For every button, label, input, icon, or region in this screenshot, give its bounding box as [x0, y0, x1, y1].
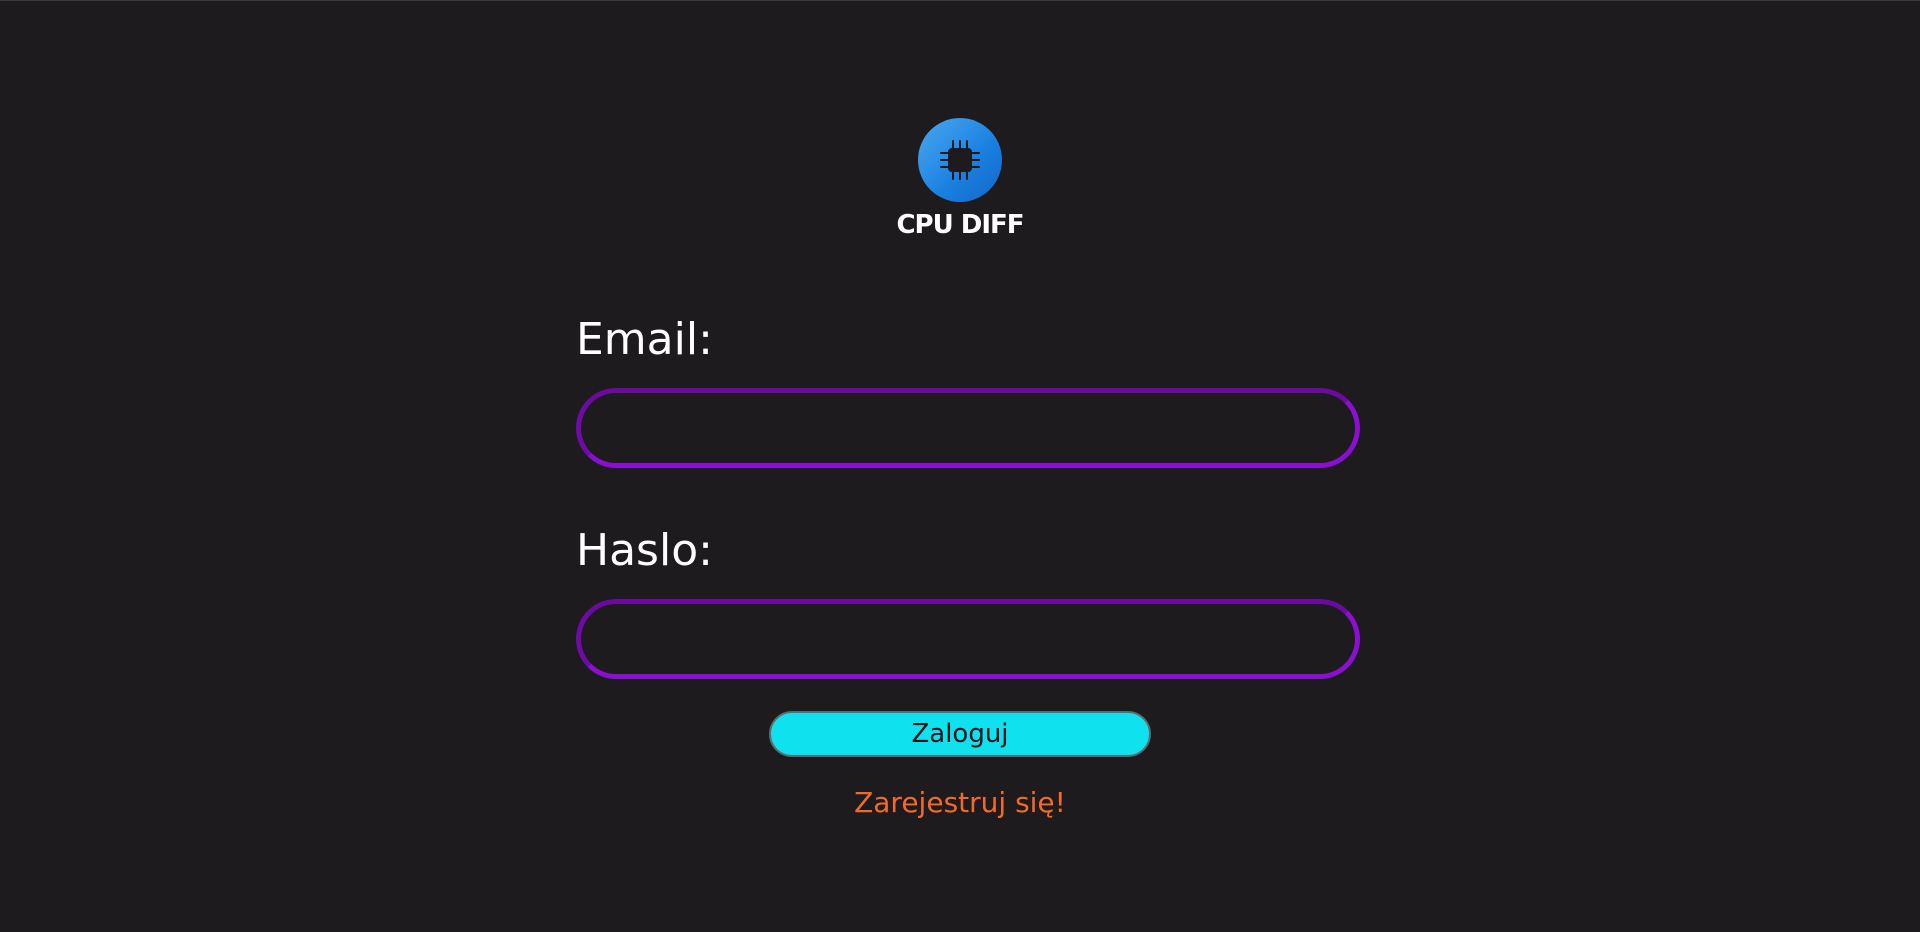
- register-row: Zarejestruj się!: [0, 786, 1920, 819]
- password-field[interactable]: [576, 599, 1360, 679]
- register-link[interactable]: Zarejestruj się!: [854, 786, 1066, 819]
- logo: [918, 118, 1002, 202]
- brand-header: CPU DIFF: [0, 118, 1920, 240]
- login-button[interactable]: Zaloguj: [769, 711, 1151, 757]
- login-form: Email: Haslo:: [576, 310, 1360, 679]
- brand-name: CPU DIFF: [896, 210, 1024, 240]
- password-label: Haslo:: [576, 525, 713, 576]
- email-field[interactable]: [576, 388, 1360, 468]
- window-top-border: [0, 0, 1920, 1]
- login-button-row: Zaloguj: [0, 711, 1920, 757]
- email-label: Email:: [576, 314, 713, 365]
- cpu-chip-icon: [940, 140, 980, 180]
